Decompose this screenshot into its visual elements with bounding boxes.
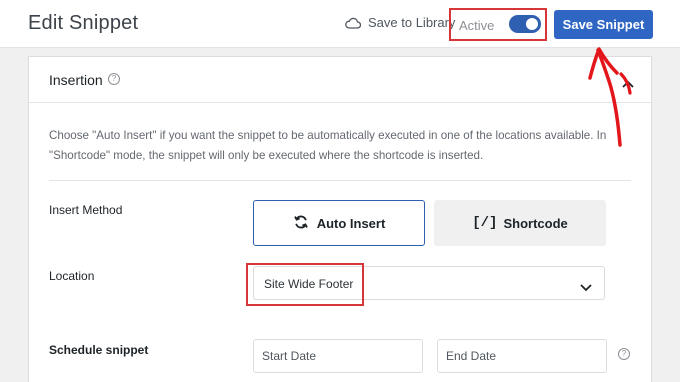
schedule-snippet-label: Schedule snippet — [49, 343, 149, 357]
auto-insert-label: Auto Insert — [316, 215, 386, 231]
help-icon[interactable]: ? — [108, 73, 120, 85]
shortcode-button[interactable]: [/] Shortcode — [434, 200, 606, 246]
refresh-icon — [293, 214, 309, 233]
active-label: Active — [459, 18, 495, 33]
end-date-input[interactable] — [437, 339, 607, 373]
chevron-down-icon — [580, 279, 592, 297]
insertion-description: Choose "Auto Insert" if you want the sni… — [49, 129, 607, 162]
location-label: Location — [49, 269, 95, 283]
insertion-title: Insertion — [49, 72, 103, 88]
top-bar: Edit Snippet Save to Library Active Save… — [0, 0, 680, 48]
toggle-knob — [526, 18, 538, 30]
save-to-library-link[interactable]: Save to Library — [345, 15, 455, 30]
auto-insert-button[interactable]: Auto Insert — [253, 200, 425, 246]
location-select-value: Site Wide Footer — [264, 277, 354, 291]
page-title: Edit Snippet — [28, 12, 139, 34]
insertion-panel: Insertion ? Choose "Auto Insert" if you … — [28, 56, 652, 382]
save-to-library-label: Save to Library — [368, 15, 456, 30]
save-snippet-button[interactable]: Save Snippet — [554, 10, 653, 39]
active-toggle-highlight: Active — [449, 8, 547, 41]
shortcode-icon: [/] — [472, 215, 498, 231]
insertion-panel-header[interactable]: Insertion ? — [29, 57, 651, 103]
active-toggle[interactable] — [509, 15, 541, 33]
divider — [49, 180, 631, 181]
shortcode-label: Shortcode — [503, 215, 568, 231]
chevron-up-icon[interactable] — [622, 75, 634, 93]
location-select[interactable]: Site Wide Footer — [253, 266, 605, 300]
help-icon[interactable]: ? — [618, 348, 630, 360]
insert-method-label: Insert Method — [49, 203, 123, 217]
cloud-icon — [345, 17, 361, 29]
start-date-input[interactable] — [253, 339, 423, 373]
